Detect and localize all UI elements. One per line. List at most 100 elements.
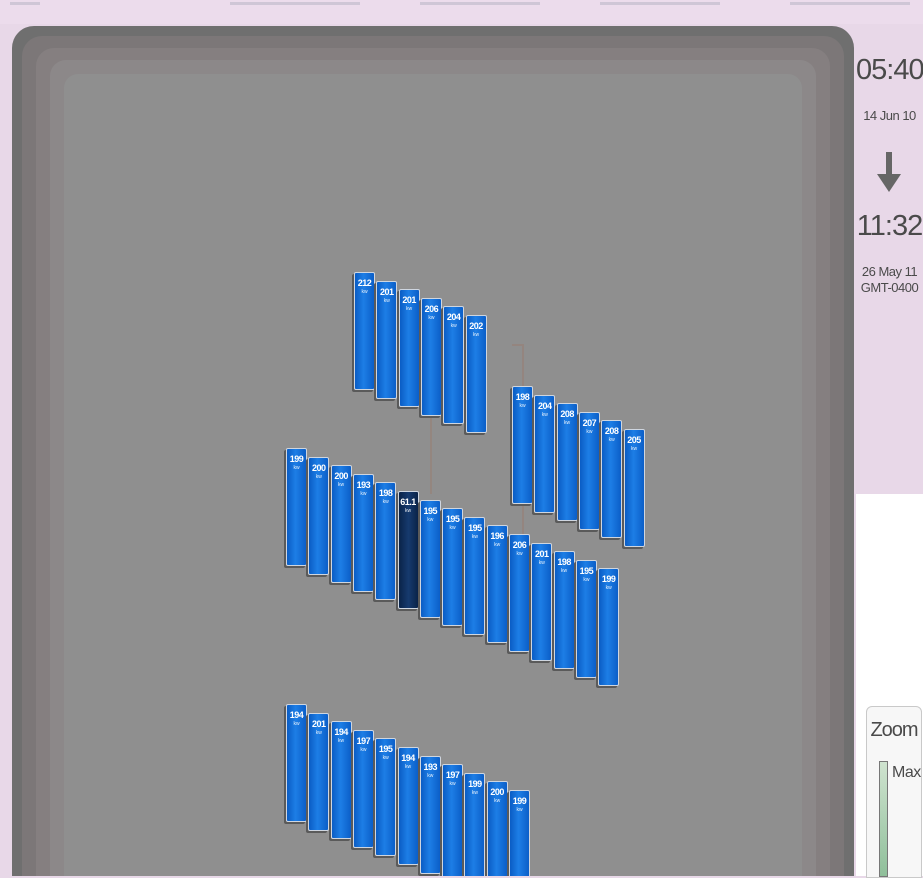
server-unit[interactable]: 205 kw	[623, 429, 645, 547]
unit-power-value: 200	[334, 471, 348, 482]
server-unit[interactable]: 204 kw	[443, 306, 465, 425]
unit-power-value: 195	[378, 744, 393, 755]
unit-power-value: 195	[423, 505, 438, 516]
server-unit[interactable]: 206 kw	[420, 297, 442, 416]
server-unit[interactable]: 198 kw	[375, 482, 397, 601]
server-unit[interactable]: 202 kw	[465, 315, 487, 433]
unit-power-value: 205	[627, 435, 641, 445]
server-unit[interactable]: 195 kw	[375, 738, 397, 857]
unit-power-value: 199	[601, 574, 616, 585]
toolbar-ghost	[600, 2, 720, 5]
unit-power-value: 200	[312, 462, 326, 473]
unit-power-value: 204	[538, 400, 552, 411]
unit-power-unit: kw	[427, 516, 434, 523]
unit-power-unit: kw	[516, 807, 523, 813]
unit-power-value: 194	[334, 727, 348, 738]
unit-power-value: 198	[557, 557, 571, 568]
server-unit[interactable]: 212 kw	[354, 272, 375, 390]
server-unit[interactable]: 195 kw	[575, 559, 597, 678]
server-unit[interactable]: 195 kw	[464, 516, 486, 635]
zoom-slider[interactable]	[879, 761, 888, 877]
unit-power-value: 197	[356, 735, 371, 746]
zoom-control: Zoom Max	[866, 706, 922, 878]
server-unit[interactable]: 208 kw	[601, 420, 623, 539]
server-unit[interactable]: 199 kw	[598, 568, 620, 687]
toolbar-ghost	[790, 2, 910, 5]
time-range-panel: 05:40 14 Jun 10 11:32 26 May 11 GMT-0400	[856, 26, 923, 494]
server-unit[interactable]: 197 kw	[442, 764, 464, 876]
server-unit[interactable]: 200 kw	[486, 781, 508, 876]
top-toolbar-strip	[0, 0, 923, 24]
server-unit[interactable]: 201 kw	[308, 712, 330, 831]
server-unit[interactable]: 195 kw	[442, 508, 464, 627]
unit-power-unit: kw	[361, 289, 368, 295]
unit-power-value: 202	[469, 321, 483, 331]
unit-power-value: 193	[423, 761, 438, 772]
unit-power-unit: kw	[586, 428, 593, 435]
unit-power-unit: kw	[428, 314, 435, 321]
unit-power-value: 196	[490, 531, 504, 542]
unit-power-value: 61.1	[400, 497, 416, 507]
server-unit[interactable]: 199 kw	[464, 772, 486, 876]
server-unit[interactable]: 194 kw	[286, 704, 307, 822]
unit-power-value: 201	[535, 548, 549, 559]
unit-power-unit: kw	[471, 789, 478, 796]
server-unit[interactable]: 199 kw	[509, 790, 530, 876]
server-rack-row-3[interactable]: 199 kw 200 kw 200 kw 193 kw 198 kw 61.1 kw 195 kw 195 k…	[286, 448, 620, 687]
server-unit[interactable]: 201 kw	[376, 280, 398, 399]
unit-power-value: 195	[445, 514, 460, 525]
unit-power-value: 208	[604, 426, 619, 437]
unit-power-unit: kw	[494, 542, 501, 549]
server-rack-row-4[interactable]: 194 kw 201 kw 194 kw 197 kw 195 kw 194 kw 193 kw 197 kw…	[286, 704, 530, 876]
server-unit[interactable]: 196 kw	[486, 525, 508, 644]
server-unit[interactable]: 200 kw	[330, 465, 352, 584]
unit-power-unit: kw	[583, 576, 590, 583]
server-unit[interactable]: 61.1 kw	[397, 491, 419, 609]
unit-power-unit: kw	[519, 403, 526, 409]
unit-power-value: 206	[424, 303, 439, 314]
server-unit[interactable]: 201 kw	[398, 289, 420, 408]
server-unit[interactable]: 208 kw	[556, 403, 578, 522]
unit-power-unit: kw	[406, 306, 413, 313]
unit-power-value: 204	[446, 312, 461, 323]
unit-power-value: 198	[378, 488, 393, 499]
server-unit[interactable]: 193 kw	[352, 473, 374, 592]
end-date: 26 May 11	[861, 264, 918, 279]
server-unit[interactable]: 207 kw	[578, 411, 600, 530]
server-unit[interactable]: 197 kw	[352, 729, 374, 848]
start-date: 14 Jun 10	[863, 108, 916, 123]
unit-power-value: 194	[289, 710, 304, 720]
unit-power-unit: kw	[471, 533, 478, 540]
unit-power-unit: kw	[494, 798, 501, 805]
end-time[interactable]: 11:32	[856, 210, 923, 243]
unit-power-value: 199	[289, 454, 304, 464]
server-unit[interactable]: 194 kw	[397, 747, 419, 865]
start-time[interactable]: 05:40	[856, 54, 923, 87]
unit-power-value: 201	[380, 286, 394, 297]
unit-power-unit: kw	[630, 446, 638, 452]
server-unit[interactable]: 198 kw	[512, 386, 533, 504]
unit-power-value: 206	[512, 540, 527, 550]
server-unit[interactable]: 194 kw	[330, 721, 352, 840]
datacenter-3d-viewer[interactable]: 212 kw 201 kw 201 kw 206 kw 204 kw 202 kw 198 kw 204 k…	[12, 26, 854, 876]
unit-power-unit: kw	[404, 764, 412, 770]
unit-power-value: 197	[445, 770, 460, 781]
unit-power-unit: kw	[449, 781, 456, 788]
server-unit[interactable]: 193 kw	[419, 755, 441, 874]
server-unit[interactable]: 201 kw	[531, 542, 553, 661]
unit-power-value: 193	[356, 479, 371, 490]
timezone-label: GMT-0400	[860, 280, 919, 295]
unit-power-unit: kw	[561, 568, 568, 575]
unit-power-value: 195	[579, 565, 594, 576]
server-rack-row-2[interactable]: 198 kw 204 kw 208 kw 207 kw 208 kw 205 kw	[512, 386, 645, 547]
server-unit[interactable]: 204 kw	[534, 394, 556, 513]
server-unit[interactable]: 198 kw	[553, 551, 575, 670]
server-unit[interactable]: 199 kw	[286, 448, 307, 566]
unit-power-unit: kw	[293, 721, 300, 727]
unit-power-value: 200	[490, 787, 504, 798]
server-rack-row-1[interactable]: 212 kw 201 kw 201 kw 206 kw 204 kw 202 kw	[354, 272, 487, 433]
unit-power-unit: kw	[538, 559, 545, 566]
server-unit[interactable]: 195 kw	[419, 499, 441, 618]
server-unit[interactable]: 200 kw	[308, 456, 330, 575]
server-unit[interactable]: 206 kw	[509, 534, 530, 652]
